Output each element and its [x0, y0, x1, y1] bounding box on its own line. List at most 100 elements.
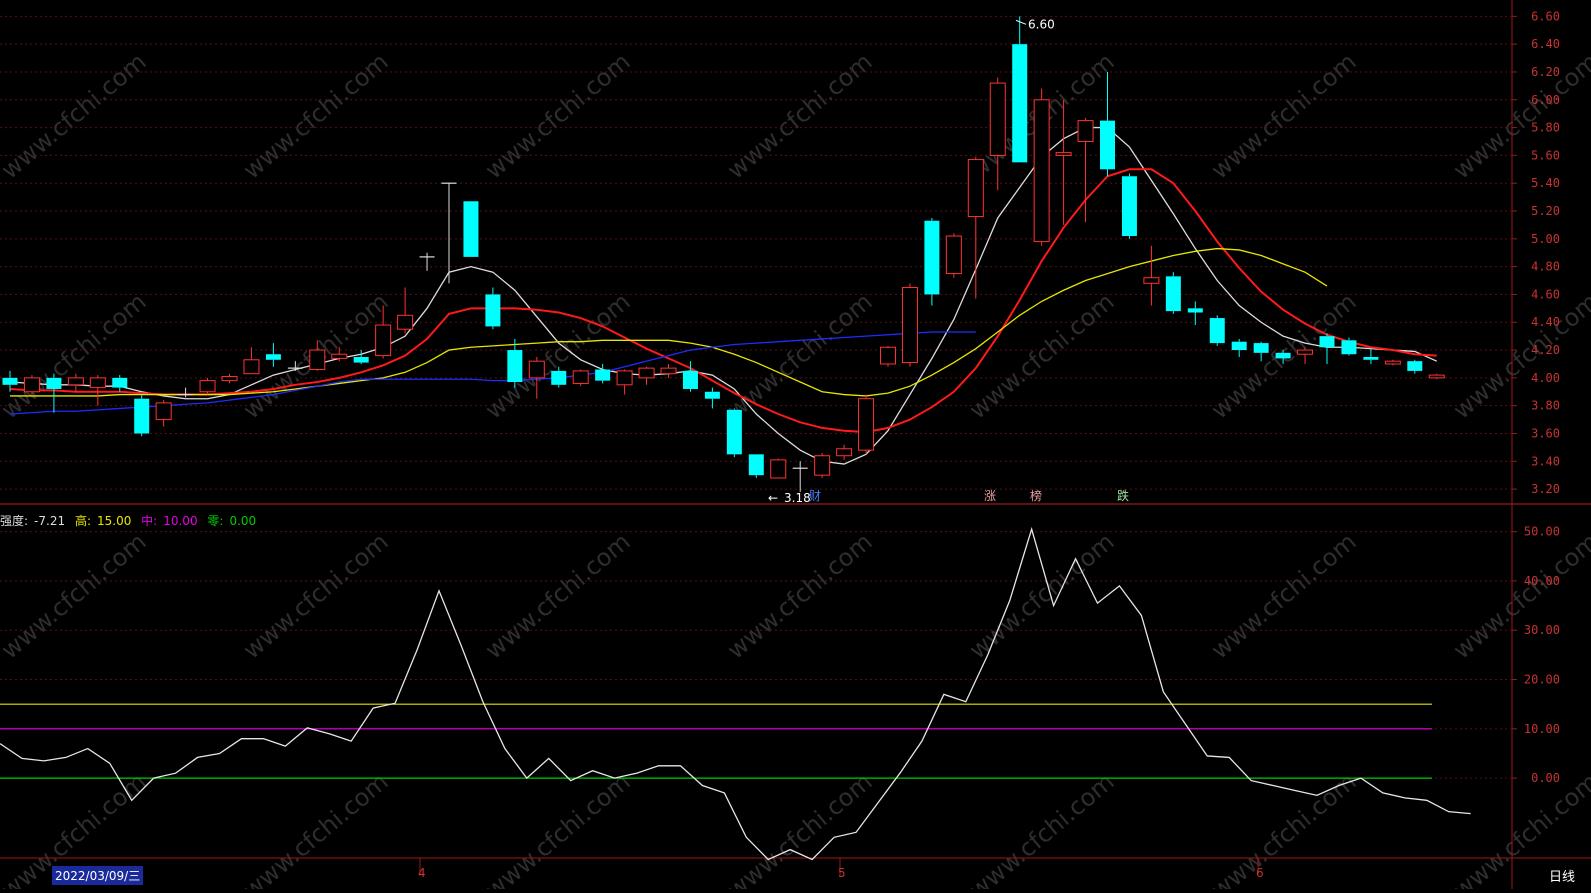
candle-down: [46, 377, 62, 389]
candle-up: [1055, 152, 1072, 156]
candle-down: [112, 377, 128, 388]
watermark-text: www.cfchi.com: [722, 47, 878, 184]
candle-up: [1033, 99, 1050, 243]
indicator-legend: 强度: -7.21 高: 15.00 中: 10.00 零: 0.00: [0, 512, 262, 529]
candle-up: [23, 377, 40, 393]
watermark-text: www.cfchi.com: [1206, 527, 1362, 664]
candle-down: [726, 409, 742, 455]
candle-down: [748, 454, 764, 476]
watermark-text: www.cfchi.com: [722, 287, 878, 424]
event-marker: 涨: [984, 488, 996, 503]
price-tick-label: 5.20: [1531, 204, 1560, 218]
watermark-text: www.cfchi.com: [238, 47, 394, 184]
price-tick-label: 4.80: [1531, 260, 1560, 274]
candle-down: [1187, 308, 1203, 313]
high-price-annotation: 6.60: [1028, 17, 1055, 31]
candle-up: [901, 286, 918, 364]
event-marker: 榜: [1030, 488, 1042, 503]
candle-up: [880, 346, 896, 365]
candle-up: [967, 159, 984, 218]
candle-up: [858, 398, 875, 451]
candle-up: [155, 402, 172, 421]
candle-up: [1297, 349, 1314, 355]
candle-up: [243, 359, 260, 375]
price-tick-label: 4.20: [1531, 343, 1560, 357]
price-tick-label: 5.00: [1531, 232, 1560, 246]
candle-up: [309, 349, 326, 371]
candle-up: [1077, 120, 1094, 142]
price-tick-label: 3.40: [1531, 454, 1560, 468]
candle-up: [770, 459, 787, 479]
watermark-text: www.cfchi.com: [0, 527, 152, 664]
candle-up: [1428, 374, 1445, 379]
indicator-strength-line: [0, 526, 1471, 861]
price-tick-label: 6.00: [1531, 93, 1560, 107]
candle-up: [572, 370, 589, 384]
indicator-mid-value: 10.00: [163, 514, 198, 528]
candle-down: [1231, 341, 1247, 351]
price-tick-label: 4.60: [1531, 287, 1560, 301]
candle-down: [1121, 176, 1137, 237]
watermark-text: www.cfchi.com: [964, 527, 1120, 664]
cursor-date-label: 2022/03/09/三: [52, 866, 144, 885]
candle-down: [485, 294, 501, 327]
candle-up: [528, 360, 545, 379]
watermark-text: www.cfchi.com: [238, 767, 394, 889]
indicator-tick-label: 50.00: [1524, 525, 1560, 539]
event-marker: 财: [809, 489, 821, 503]
price-tick-label: 4.00: [1531, 371, 1560, 385]
indicator-tick-label: 0.00: [1531, 771, 1560, 785]
watermark-text: www.cfchi.com: [722, 767, 878, 889]
candle-down: [1319, 336, 1335, 348]
candle-down: [1275, 352, 1291, 359]
month-label-6: 6: [1256, 866, 1264, 880]
candle-down: [353, 357, 369, 363]
price-tick-label: 4.40: [1531, 315, 1560, 329]
low-annotation-arrow: ←: [768, 491, 778, 505]
watermark-text: www.cfchi.com: [1448, 527, 1591, 664]
candle-up: [67, 377, 84, 386]
month-label-4: 4: [418, 866, 426, 880]
candle-up: [331, 353, 348, 359]
indicator-zero-value: 0.00: [229, 514, 257, 528]
candle-down: [682, 370, 698, 389]
candle-up: [945, 235, 962, 275]
month-label-5: 5: [838, 866, 846, 880]
watermark-text: www.cfchi.com: [0, 287, 152, 424]
candle-down: [924, 220, 940, 295]
stock-chart-window: www.cfchi.com www.cfchi.com www.cfchi.com w…: [0, 0, 1591, 893]
candle-down: [134, 398, 150, 434]
indicator-main-label: 强度:: [0, 514, 29, 528]
candle-up: [616, 370, 633, 386]
indicator-tick-label: 20.00: [1524, 673, 1560, 687]
indicator-high-value: 15.00: [96, 514, 132, 528]
event-marker: 跌: [1117, 488, 1129, 503]
candle-down: [1209, 318, 1225, 344]
indicator-tick-label: 40.00: [1524, 574, 1560, 588]
watermark-text: www.cfchi.com: [722, 527, 878, 664]
indicator-tick-label: 30.00: [1524, 623, 1560, 637]
watermark-text: www.cfchi.com: [480, 47, 636, 184]
candle-down: [1363, 357, 1379, 360]
watermark-text: www.cfchi.com: [0, 47, 152, 184]
watermark-text: www.cfchi.com: [238, 527, 394, 664]
price-tick-label: 6.20: [1531, 65, 1560, 79]
candlestick-chart[interactable]: www.cfchi.com www.cfchi.com www.cfchi.com w…: [0, 0, 1591, 893]
price-tick-label: 5.60: [1531, 148, 1560, 162]
candle-down: [265, 354, 281, 360]
price-tick-label: 3.80: [1531, 399, 1560, 413]
period-daily-button[interactable]: 日线: [1549, 866, 1575, 885]
price-tick-label: 6.40: [1531, 37, 1560, 51]
candle-up: [1143, 277, 1160, 284]
candle-up: [397, 314, 414, 330]
candle-up: [89, 377, 106, 389]
watermark-text: www.cfchi.com: [480, 527, 636, 664]
candle-down: [507, 350, 523, 383]
candle-up: [199, 380, 216, 393]
watermark-text: www.cfchi.com: [964, 767, 1120, 889]
candle-up: [814, 455, 831, 476]
indicator-high-label: 高:: [74, 514, 91, 528]
candle-down: [551, 370, 567, 385]
indicator-main-value: -7.21: [34, 514, 66, 528]
candle-up: [1384, 360, 1401, 365]
